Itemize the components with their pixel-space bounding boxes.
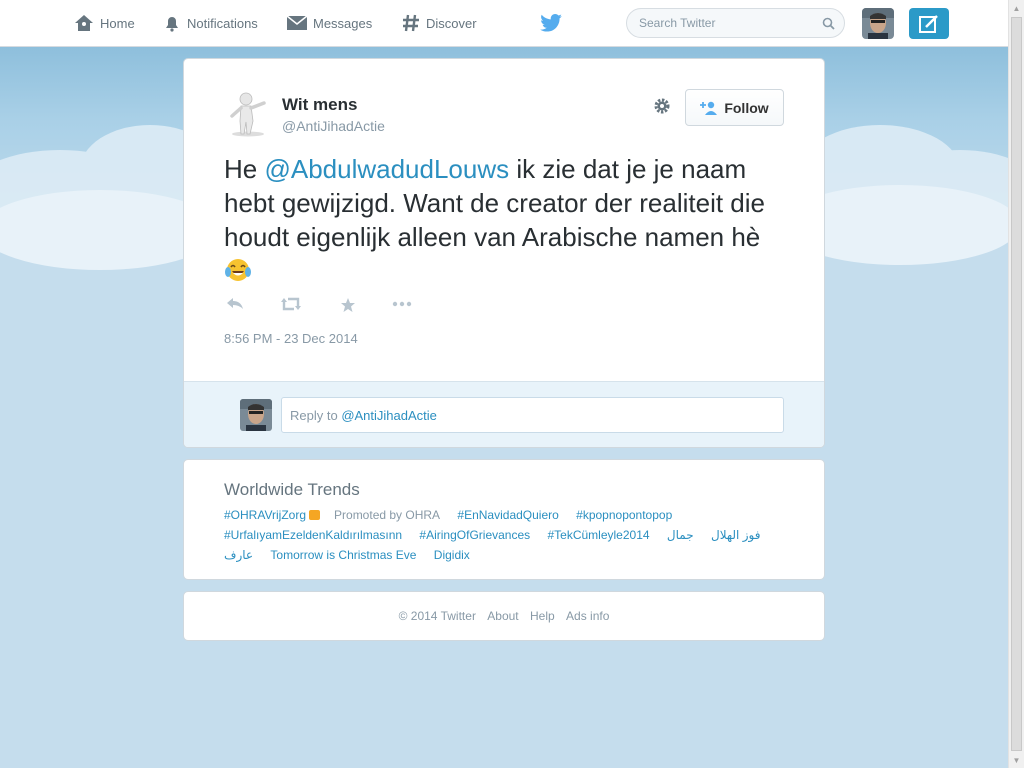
search-input[interactable]	[639, 16, 809, 30]
nav-notifications[interactable]: Notifications	[163, 0, 258, 46]
footer-about-link[interactable]: About	[487, 609, 518, 623]
nav-messages[interactable]: Messages	[287, 0, 372, 46]
trends-line-2: #UrfalıyamEzeldenKaldırılmasınn #AiringO…	[224, 528, 774, 542]
reply-input[interactable]: Reply to @AntiJihadActie	[281, 397, 784, 433]
tweet-text: He @AbdulwadudLouws ik zie dat je je naa…	[224, 152, 784, 291]
scroll-up-arrow-icon[interactable]: ▲	[1009, 0, 1024, 16]
trend-link[interactable]: #TekCümleyle2014	[547, 528, 649, 542]
compose-icon	[919, 14, 938, 33]
author-avatar[interactable]	[224, 89, 272, 137]
footer-links: © 2014 Twitter About Help Ads info	[184, 609, 824, 623]
footer-help-link[interactable]: Help	[530, 609, 555, 623]
tweet-card: Wit mens @AntiJihadActie Follow He @Abdu…	[183, 58, 825, 448]
trend-link[interactable]: #OHRAVrijZorg	[224, 508, 306, 522]
footer-copyright: © 2014 Twitter	[398, 609, 476, 623]
search-box[interactable]	[626, 8, 845, 38]
trend-link[interactable]: #UrfalıyamEzeldenKaldırılmasınn	[224, 528, 402, 542]
scroll-down-arrow-icon[interactable]: ▼	[1009, 752, 1024, 768]
envelope-icon	[287, 15, 307, 30]
nav-home[interactable]: Home	[74, 0, 135, 46]
reply-area: Reply to @AntiJihadActie	[184, 381, 824, 447]
follow-button-label: Follow	[724, 99, 769, 116]
retweet-icon[interactable]	[280, 297, 302, 311]
reply-prefix: Reply to	[290, 408, 342, 423]
bell-icon	[166, 17, 178, 32]
more-options-icon[interactable]	[392, 297, 412, 311]
nav-notifications-label: Notifications	[187, 15, 258, 31]
trends-line-3: عارف Tomorrow is Christmas Eve Digidix	[224, 548, 484, 562]
trend-link[interactable]: Digidix	[434, 548, 470, 562]
nav-home-label: Home	[100, 15, 135, 31]
gear-icon[interactable]	[653, 97, 671, 115]
nav-discover[interactable]: Discover	[402, 0, 477, 46]
trend-link[interactable]: عارف	[224, 548, 253, 562]
hashtag-icon	[403, 14, 419, 32]
reply-icon[interactable]	[226, 297, 244, 311]
top-navigation-bar: Home Notifications Messages Discover	[0, 0, 1008, 47]
scrollbar-thumb[interactable]	[1011, 17, 1022, 751]
tweet-text-start: He	[224, 154, 265, 184]
search-icon[interactable]	[822, 17, 835, 30]
add-user-icon	[700, 101, 718, 115]
follow-button[interactable]: Follow	[685, 89, 784, 126]
footer-ads-link[interactable]: Ads info	[566, 609, 609, 623]
promoted-badge-icon	[309, 510, 321, 520]
user-avatar[interactable]	[862, 8, 894, 39]
trends-card: Worldwide Trends #OHRAVrijZorg Promoted b…	[183, 459, 825, 580]
nav-discover-label: Discover	[426, 15, 477, 31]
twitter-bird-icon[interactable]	[540, 14, 562, 32]
nav-messages-label: Messages	[313, 15, 373, 31]
favorite-star-icon[interactable]	[340, 297, 356, 313]
footer-card: © 2014 Twitter About Help Ads info	[183, 591, 825, 641]
compose-tweet-button[interactable]	[909, 8, 949, 39]
promoted-label: Promoted by OHRA	[334, 508, 441, 522]
trend-link[interactable]: #EnNavidadQuiero	[457, 508, 558, 522]
trends-title: Worldwide Trends	[224, 480, 360, 499]
author-handle[interactable]: @AntiJihadActie	[282, 118, 385, 134]
tweet-mention-link[interactable]: @AbdulwadudLouws	[264, 154, 509, 184]
trends-line-1: #OHRAVrijZorg Promoted by OHRA #EnNavidad…	[224, 508, 686, 522]
trend-link[interactable]: #AiringOfGrievances	[419, 528, 530, 542]
tears-of-joy-emoji-icon	[224, 257, 252, 291]
home-icon	[75, 15, 93, 31]
trend-link[interactable]: فوز الهلال	[711, 528, 760, 542]
tweet-timestamp[interactable]: 8:56 PM - 23 Dec 2014	[224, 331, 358, 346]
author-name[interactable]: Wit mens	[282, 95, 357, 115]
reply-mention: @AntiJihadActie	[341, 408, 437, 423]
trend-link[interactable]: #kpopnopontopop	[576, 508, 672, 522]
vertical-scrollbar[interactable]: ▲ ▼	[1008, 0, 1024, 768]
trend-link[interactable]: Tomorrow is Christmas Eve	[270, 548, 416, 562]
trend-link[interactable]: جمال	[667, 528, 694, 542]
reply-user-avatar	[240, 399, 272, 431]
